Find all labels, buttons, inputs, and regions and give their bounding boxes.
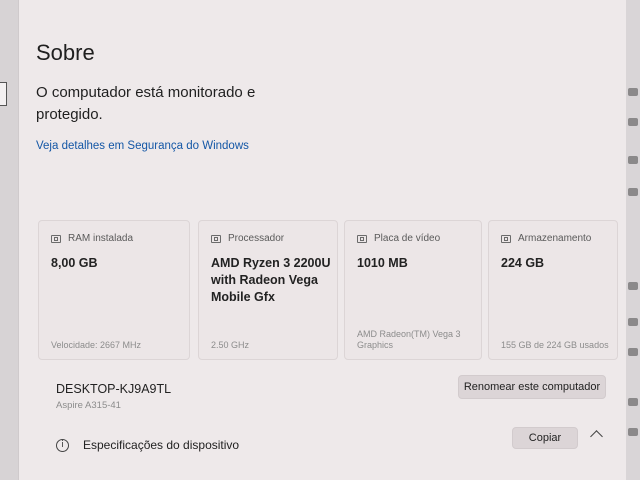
security-details-link[interactable]: Veja detalhes em Segurança do Windows xyxy=(36,140,249,152)
spec-detail: 155 GB de 224 GB usados xyxy=(501,340,609,350)
nav-item-fragment[interactable] xyxy=(0,82,7,106)
spec-card-ram: RAM instalada 8,00 GB Velocidade: 2667 M… xyxy=(38,220,190,360)
spec-card-header: RAM instalada xyxy=(51,233,133,244)
right-panel-edge xyxy=(626,0,640,480)
edge-icon xyxy=(628,88,638,96)
edge-icon xyxy=(628,282,638,290)
edge-icon xyxy=(628,428,638,436)
spec-card-header: Processador xyxy=(211,233,284,244)
device-specifications-label: Especificações do dispositivo xyxy=(83,438,240,452)
spec-detail: 2.50 GHz xyxy=(211,340,250,350)
spec-value: 224 GB xyxy=(501,256,545,270)
spec-label: RAM instalada xyxy=(68,233,134,244)
processor-icon xyxy=(211,234,221,243)
left-navigation-edge xyxy=(0,0,19,480)
protection-status: O computador está monitorado e protegido… xyxy=(36,84,256,123)
spec-label: Placa de vídeo xyxy=(374,233,441,244)
device-name: DESKTOP-KJ9A9TL xyxy=(56,382,172,396)
rename-computer-button[interactable]: Renomear este computador xyxy=(458,375,606,399)
spec-card-header: Placa de vídeo xyxy=(357,233,440,244)
info-icon: i xyxy=(56,438,69,452)
spec-value: AMD Ryzen 3 2200U with Radeon Vega Mobil… xyxy=(211,256,331,304)
copy-button[interactable]: Copiar xyxy=(512,427,578,449)
spec-card-header: Armazenamento xyxy=(501,233,591,244)
device-specifications-row[interactable]: i Especificações do dispositivo xyxy=(56,438,239,452)
device-model: Aspire A315-41 xyxy=(56,400,121,411)
edge-icon xyxy=(628,318,638,326)
edge-icon xyxy=(628,188,638,196)
spec-label: Armazenamento xyxy=(518,233,592,244)
edge-icon xyxy=(628,348,638,356)
gpu-icon xyxy=(357,234,367,243)
spec-card-gpu: Placa de vídeo 1010 MB AMD Radeon(TM) Ve… xyxy=(344,220,482,360)
spec-detail: Velocidade: 2667 MHz xyxy=(51,340,142,350)
spec-detail: AMD Radeon(TM) Vega 3 Graphics xyxy=(357,329,461,350)
spec-label: Processador xyxy=(228,233,285,244)
edge-icon xyxy=(628,398,638,406)
spec-card-storage: Armazenamento 224 GB 155 GB de 224 GB us… xyxy=(488,220,618,360)
spec-card-processor: Processador AMD Ryzen 3 2200U with Radeo… xyxy=(198,220,338,360)
ram-icon xyxy=(51,234,61,243)
page-title: Sobre xyxy=(36,40,95,65)
spec-value: 8,00 GB xyxy=(51,256,98,270)
spec-value: 1010 MB xyxy=(357,256,408,270)
edge-icon xyxy=(628,118,638,126)
chevron-up-icon[interactable] xyxy=(590,430,603,443)
storage-icon xyxy=(501,234,511,243)
edge-icon xyxy=(628,156,638,164)
